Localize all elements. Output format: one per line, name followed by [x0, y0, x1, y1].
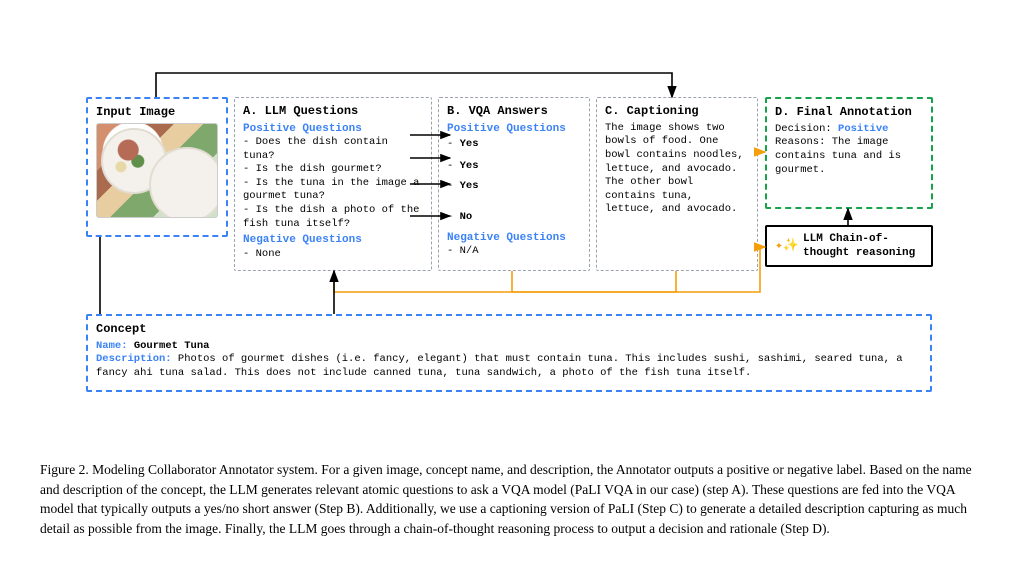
- panel-b-vqa-answers: B. VQA Answers Positive Questions Yes Ye…: [438, 97, 590, 271]
- panel-b-negative-label: Negative Questions: [447, 231, 581, 245]
- panel-b-positive-label: Positive Questions: [447, 122, 581, 136]
- concept-name-value: Gourmet Tuna: [134, 340, 210, 352]
- concept-title: Concept: [96, 322, 922, 338]
- input-image-thumbnail: [96, 123, 218, 218]
- decision-label: Decision:: [775, 123, 838, 135]
- answer-item-na: N/A: [447, 245, 581, 259]
- concept-desc-label: Description:: [96, 353, 178, 365]
- answer-value: Yes: [460, 160, 479, 172]
- panel-b-title: B. VQA Answers: [447, 104, 581, 120]
- panel-a-negative-label: Negative Questions: [243, 233, 423, 247]
- answer-value: Yes: [460, 180, 479, 192]
- panel-c-captioning: C. Captioning The image shows two bowls …: [596, 97, 758, 271]
- question-item-none: None: [243, 248, 423, 262]
- concept-desc-text: Photos of gourmet dishes (i.e. fancy, el…: [96, 353, 903, 379]
- panel-a-title: A. LLM Questions: [243, 104, 423, 120]
- panel-a-positive-label: Positive Questions: [243, 122, 423, 136]
- answer-item: Yes: [447, 178, 581, 194]
- panel-d-final-annotation: D. Final Annotation Decision: Positive R…: [765, 97, 933, 209]
- answer-item: No: [447, 209, 581, 225]
- answer-item: Yes: [447, 158, 581, 174]
- question-item: Is the dish gourmet?: [243, 163, 423, 177]
- answer-value: No: [460, 211, 473, 223]
- caption-text: The image shows two bowls of food. One b…: [605, 122, 749, 217]
- reasons-label: Reasons:: [775, 136, 832, 148]
- chain-text: LLM Chain-of-thought reasoning: [803, 232, 923, 261]
- question-item: Is the tuna in the image a gourmet tuna?: [243, 177, 423, 204]
- panel-a-llm-questions: A. LLM Questions Positive Questions Does…: [234, 97, 432, 271]
- chain-of-thought-box: ✦✨ LLM Chain-of-thought reasoning: [765, 225, 933, 267]
- panel-c-title: C. Captioning: [605, 104, 749, 120]
- input-image-panel: Input Image: [86, 97, 228, 237]
- concept-panel: Concept Name: Gourmet Tuna Description: …: [86, 314, 932, 392]
- sparkle-icon: ✦✨: [775, 238, 799, 255]
- answer-value: Yes: [460, 138, 479, 150]
- figure-caption: Figure 2. Modeling Collaborator Annotato…: [40, 460, 984, 538]
- concept-name-label: Name:: [96, 340, 134, 352]
- answer-item: Yes: [447, 136, 581, 152]
- question-item: Is the dish a photo of the fish tuna its…: [243, 204, 423, 231]
- decision-value: Positive: [838, 123, 888, 135]
- question-item: Does the dish contain tuna?: [243, 136, 423, 163]
- input-image-title: Input Image: [96, 105, 218, 121]
- panel-d-title: D. Final Annotation: [775, 105, 923, 121]
